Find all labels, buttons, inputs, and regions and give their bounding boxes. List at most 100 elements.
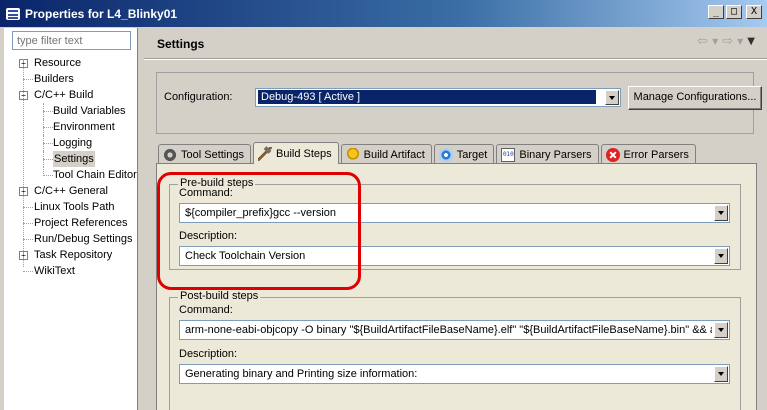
pre-build-command-input[interactable]: ${compiler_prefix}gcc --version (179, 203, 730, 223)
tab-tool-settings[interactable]: Tool Settings (158, 144, 251, 164)
chevron-down-icon[interactable]: ▼ (712, 37, 718, 46)
chevron-down-icon[interactable] (714, 248, 728, 264)
tree-item[interactable]: Logging (4, 135, 138, 151)
tree-connector (43, 159, 53, 160)
post-build-group: Post-build steps Command: arm-none-eabi-… (169, 290, 741, 410)
configuration-select[interactable]: Debug-493 [ Active ] (255, 88, 621, 107)
tab-label: Target (456, 148, 488, 161)
filter-input[interactable] (12, 31, 131, 50)
tree-item-label: Builders (34, 73, 74, 85)
binary-icon: 010 (501, 147, 516, 162)
navigation-tree: + Resource Builders − C/C++ Build Build Varia… (4, 55, 138, 279)
post-build-command-label: Command: (179, 304, 233, 316)
tree-item-label: Run/Debug Settings (34, 233, 133, 245)
artifact-icon (345, 147, 360, 162)
tree-item[interactable]: + C/C++ General (4, 183, 138, 199)
tree-item[interactable]: Environment (4, 119, 138, 135)
tree-connector (43, 135, 44, 151)
tree-connector (43, 151, 44, 167)
hammer-icon (257, 146, 272, 161)
tree-item[interactable]: Project References (4, 215, 138, 231)
pre-build-description-value: Check Toolchain Version (185, 250, 306, 262)
tree-connector (23, 207, 33, 208)
tree-item-label: Project References (34, 217, 128, 229)
page-title: Settings (157, 37, 205, 51)
tree-item-label: Environment (53, 121, 115, 133)
tab-label: Tool Settings (181, 148, 244, 161)
tree-connector (43, 103, 44, 119)
tab-build-artifact[interactable]: Build Artifact (340, 144, 432, 164)
tree-connector (23, 271, 33, 272)
tree-connector (23, 239, 33, 240)
settings-pane: Settings ⇦ ▼ ⇨ ▼ ▼ Configuration: Debug-… (144, 28, 767, 410)
tab-bar: Tool Settings Build Steps Build Artifact… (158, 142, 698, 164)
chevron-down-icon[interactable]: ▼ (737, 37, 743, 46)
window-controls: _ □ X (708, 5, 762, 19)
tab-label: Binary Parsers (519, 148, 592, 161)
minimize-button[interactable]: _ (708, 5, 724, 19)
chevron-down-icon[interactable] (714, 205, 728, 221)
history-nav: ⇦ ▼ ⇨ ▼ ▼ (697, 34, 755, 49)
tree-item[interactable]: Tool Chain Editor (4, 167, 138, 183)
post-build-description-input[interactable]: Generating binary and Printing size info… (179, 364, 730, 384)
tree-item[interactable]: Build Variables (4, 103, 138, 119)
pre-build-group: Pre-build steps Command: ${compiler_pref… (169, 177, 741, 270)
tree-item[interactable]: Linux Tools Path (4, 199, 138, 215)
pre-build-command-label: Command: (179, 187, 233, 199)
forward-arrow-icon[interactable]: ⇨ (722, 34, 733, 49)
tree-item-label: Linux Tools Path (34, 201, 115, 213)
tab-target[interactable]: Target (433, 144, 495, 164)
post-build-description-label: Description: (179, 348, 238, 360)
tree-item-label: C/C++ General (34, 185, 108, 197)
manage-configurations-button[interactable]: Manage Configurations... (628, 86, 762, 110)
error-icon (605, 147, 620, 162)
tree-item[interactable]: Settings (4, 151, 138, 167)
navigation-pane: +Resource Builders −C/C++ Build Build Varia… (4, 28, 138, 410)
back-arrow-icon[interactable]: ⇦ (697, 34, 708, 49)
tree-item[interactable]: Builders (4, 71, 138, 87)
tree-item[interactable]: WikiText (4, 263, 138, 279)
tab-label: Error Parsers (623, 148, 689, 161)
build-steps-panel: Pre-build steps Command: ${compiler_pref… (156, 163, 757, 410)
tree-connector (43, 127, 53, 128)
title-bar: Properties for L4_Blinky01 _ □ X (0, 0, 767, 27)
tree-item-label: WikiText (34, 265, 75, 277)
tree-item-label: C/C++ Build (34, 89, 94, 101)
pre-build-description-label: Description: (179, 230, 238, 242)
pre-build-description-input[interactable]: Check Toolchain Version (179, 246, 730, 266)
close-button[interactable]: X (746, 5, 762, 19)
tree-item[interactable]: + Resource (4, 55, 138, 71)
tree-connector (43, 175, 53, 176)
tree-item-label: Settings (53, 151, 95, 167)
target-icon (438, 147, 453, 162)
chevron-down-icon[interactable] (714, 366, 728, 382)
post-build-title: Post-build steps (178, 290, 261, 302)
tree-connector (43, 111, 53, 112)
header-divider (144, 58, 767, 60)
post-build-command-input[interactable]: arm-none-eabi-objcopy -O binary "${Build… (179, 320, 730, 340)
tree-connector (23, 59, 24, 267)
view-menu-icon[interactable]: ▼ (747, 36, 755, 47)
page-header: Settings ⇦ ▼ ⇨ ▼ ▼ (144, 28, 767, 58)
tree-connector (23, 223, 33, 224)
maximize-button[interactable]: □ (726, 5, 742, 19)
chevron-down-icon[interactable] (714, 322, 728, 338)
tree-item[interactable]: + Task Repository (4, 247, 138, 263)
tree-item-label: Tool Chain Editor (53, 169, 137, 181)
configuration-box: Configuration: Debug-493 [ Active ] Mana… (156, 72, 762, 134)
tab-build-steps[interactable]: Build Steps (252, 142, 339, 164)
tab-error-parsers[interactable]: Error Parsers (600, 144, 696, 164)
tree-item-label: Build Variables (53, 105, 126, 117)
tab-label: Build Artifact (363, 148, 425, 161)
chevron-down-icon[interactable] (605, 90, 619, 105)
tree-connector (43, 143, 53, 144)
post-build-description-value: Generating binary and Printing size info… (185, 368, 418, 380)
gear-icon (163, 147, 177, 162)
tree-connector (23, 79, 33, 80)
pre-build-command-value: ${compiler_prefix}gcc --version (185, 207, 337, 219)
tab-binary-parsers[interactable]: 010 Binary Parsers (496, 144, 599, 164)
tab-label: Build Steps (275, 147, 332, 160)
tree-item[interactable]: Run/Debug Settings (4, 231, 138, 247)
tree-connector (43, 167, 44, 176)
tree-item[interactable]: − C/C++ Build (4, 87, 138, 103)
